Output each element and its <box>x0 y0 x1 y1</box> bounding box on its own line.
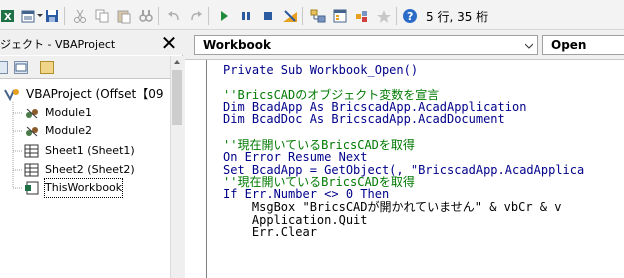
procedure-combo[interactable]: Open <box>542 35 624 55</box>
object-combo[interactable]: Workbook <box>194 35 538 55</box>
toolbox-icon[interactable] <box>376 8 392 24</box>
toolbar-separator <box>396 7 397 25</box>
code-line[interactable]: Err.Clear <box>223 226 317 238</box>
design-mode-icon[interactable] <box>282 8 298 24</box>
copy-icon[interactable] <box>94 8 110 24</box>
paste-icon[interactable] <box>116 8 132 24</box>
properties-icon[interactable] <box>332 8 348 24</box>
object-browser-icon[interactable] <box>354 8 370 24</box>
code-line[interactable]: MsgBox "BricsCADが開かれていません" & vbCr & v <box>223 201 562 213</box>
tree-item-label: ThisWorkbook <box>43 178 124 198</box>
standard-toolbar: X ? 5 行, 35 桁 <box>0 0 624 30</box>
undo-icon[interactable] <box>166 8 182 24</box>
excel-view-icon[interactable]: X <box>0 8 16 24</box>
stop-icon[interactable] <box>260 8 276 24</box>
procedure-combo-value: Open <box>551 38 587 52</box>
code-line[interactable]: Dim BcadDoc As BricscadApp.AcadDocument <box>223 113 505 125</box>
margin-indicator-bar <box>185 60 207 278</box>
project-explorer-icon[interactable] <box>310 8 326 24</box>
toolbar-separator <box>158 7 159 25</box>
project-tree: VBAProject (Offset【09 Module1 Module2 Sh… <box>0 80 170 278</box>
redo-icon[interactable] <box>188 8 204 24</box>
tree-item-label: VBAProject (Offset【09 <box>26 87 164 101</box>
cut-icon[interactable] <box>72 8 88 24</box>
tree-item-label: Sheet1 (Sheet1) <box>45 144 135 157</box>
toolbar-separator <box>302 7 303 25</box>
panel-title: ジェクト - VBAProject <box>0 38 116 51</box>
code-line[interactable]: Private Sub Workbook_Open() <box>223 64 418 76</box>
cursor-position-status: 5 行, 35 桁 <box>426 10 489 24</box>
panel-toolbar <box>0 56 183 79</box>
code-editor[interactable]: Private Sub Workbook_Open() ''BricsCADのオブ… <box>185 59 624 278</box>
view-object-icon[interactable] <box>14 61 28 74</box>
code-window: Workbook Open Private Sub Workbook_Open(… <box>184 31 624 278</box>
chevron-down-icon[interactable] <box>525 43 533 49</box>
find-icon[interactable] <box>138 8 154 24</box>
pause-icon[interactable] <box>238 8 254 24</box>
tree-item-label: Module2 <box>45 124 92 137</box>
help-icon[interactable]: ? <box>402 8 418 24</box>
save-icon[interactable] <box>44 8 60 24</box>
project-explorer-panel: ジェクト - VBAProject ✕ VBAProject (Offset【0… <box>0 31 183 278</box>
toolbar-separator <box>208 7 209 25</box>
scroll-up-icon[interactable] <box>174 60 180 64</box>
code-line[interactable]: If Err.Number <> 0 Then <box>223 188 389 200</box>
tree-item-label: Sheet2 (Sheet2) <box>45 163 135 176</box>
object-combo-value: Workbook <box>203 38 272 52</box>
toolbar-separator <box>64 7 65 25</box>
view-code-icon[interactable] <box>0 61 8 74</box>
chevron-down-icon[interactable] <box>37 14 43 17</box>
code-line[interactable]: On Error Resume Next <box>223 151 368 163</box>
run-icon[interactable] <box>216 8 232 24</box>
svg-text:X: X <box>4 12 12 23</box>
panel-title-bar: ジェクト - VBAProject ✕ <box>0 31 183 55</box>
tree-lines <box>12 102 22 189</box>
close-icon[interactable]: ✕ <box>158 31 180 55</box>
insert-module-icon[interactable] <box>20 8 36 24</box>
toggle-folders-icon[interactable] <box>40 61 54 74</box>
tree-item-label: Module1 <box>45 106 92 119</box>
svg-text:?: ? <box>407 10 413 23</box>
